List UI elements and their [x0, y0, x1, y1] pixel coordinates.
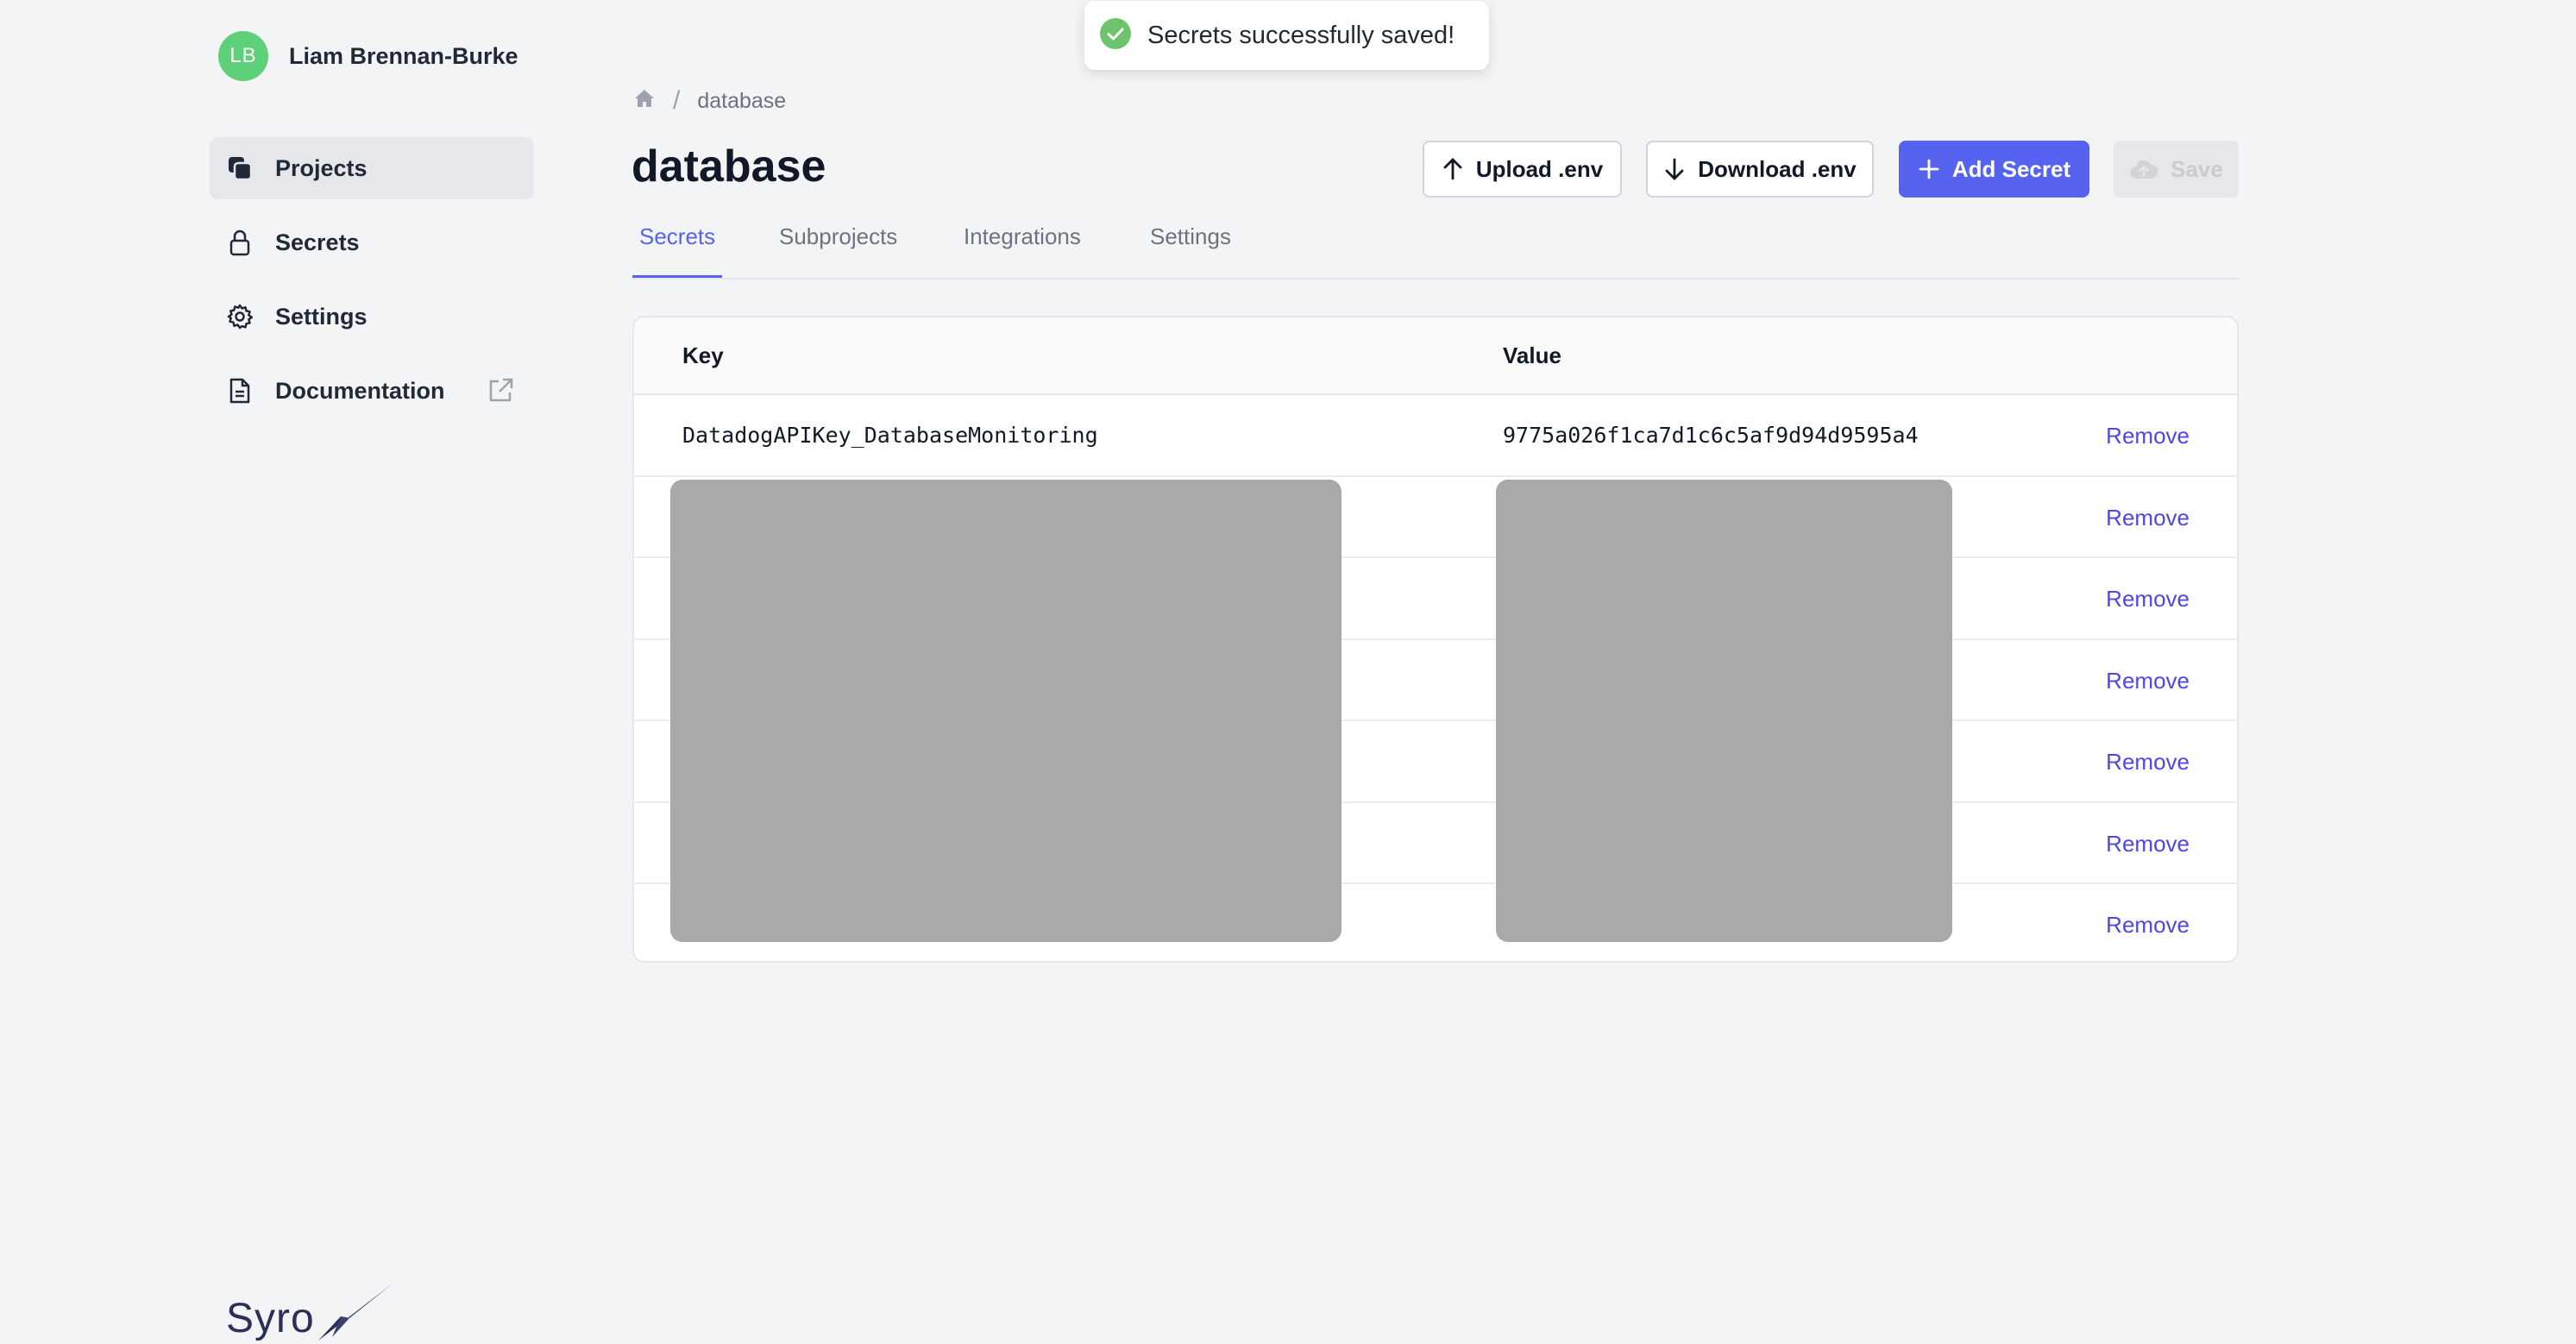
check-circle-icon: [1099, 17, 1132, 54]
add-secret-label: Add Secret: [1951, 155, 2071, 182]
tab-settings[interactable]: Settings: [1143, 209, 1238, 278]
save-label: Save: [2171, 155, 2223, 182]
sidebar-item-label: Projects: [275, 154, 368, 181]
column-header-key: Key: [682, 342, 724, 368]
sidebar-item-label: Secrets: [275, 229, 360, 255]
cloud-upload-icon: [2129, 158, 2158, 180]
lock-icon: [225, 228, 254, 257]
document-icon: [225, 376, 254, 405]
sidebar-item-projects[interactable]: Projects: [210, 137, 534, 199]
external-link-icon: [486, 376, 515, 410]
arrow-up-icon: [1442, 157, 1464, 181]
tab-subprojects[interactable]: Subprojects: [772, 209, 904, 278]
add-secret-button[interactable]: Add Secret: [1899, 141, 2089, 198]
brand-name: Syro: [226, 1296, 315, 1341]
upload-env-label: Upload .env: [1475, 155, 1604, 182]
redacted-values-block: [1496, 480, 1952, 942]
page-title: database: [631, 141, 826, 192]
download-env-label: Download .env: [1698, 155, 1857, 182]
breadcrumb-separator: /: [673, 86, 681, 115]
download-env-button[interactable]: Download .env: [1646, 141, 1874, 198]
save-button[interactable]: Save: [2114, 141, 2239, 198]
sidebar-item-label: Settings: [275, 303, 368, 330]
remove-button[interactable]: Remove: [2106, 505, 2190, 531]
tab-bar: Secrets Subprojects Integrations Setting…: [632, 209, 2239, 279]
tab-secrets[interactable]: Secrets: [632, 209, 723, 278]
gear-icon: [225, 302, 254, 331]
sidebar-item-documentation[interactable]: Documentation: [210, 360, 534, 422]
remove-button[interactable]: Remove: [2106, 586, 2190, 612]
table-header: Key Value: [634, 317, 2237, 395]
redacted-keys-block: [670, 480, 1341, 942]
sidebar-item-settings[interactable]: Settings: [210, 286, 534, 348]
remove-button[interactable]: Remove: [2106, 423, 2190, 449]
brand-mark-icon: [317, 1284, 393, 1341]
plus-icon: [1918, 158, 1940, 180]
projects-icon: [225, 154, 254, 183]
remove-button[interactable]: Remove: [2106, 668, 2190, 694]
arrow-down-icon: [1663, 157, 1686, 181]
secret-key[interactable]: DatadogAPIKey_DatabaseMonitoring: [682, 423, 1098, 448]
user-name: Liam Brennan-Burke: [289, 42, 518, 69]
breadcrumb: / database: [633, 86, 786, 116]
breadcrumb-current[interactable]: database: [697, 89, 786, 114]
avatar: LB: [218, 31, 268, 81]
home-icon[interactable]: [633, 88, 656, 115]
upload-env-button[interactable]: Upload .env: [1423, 141, 1622, 198]
toast-message: Secrets successfully saved!: [1147, 21, 1455, 49]
brand-logo: Syro: [226, 1280, 394, 1342]
column-header-value: Value: [1503, 342, 1561, 368]
remove-button[interactable]: Remove: [2106, 912, 2190, 939]
table-row: DatadogAPIKey_DatabaseMonitoring 9775a02…: [634, 395, 2237, 477]
sidebar-item-label: Documentation: [275, 377, 445, 404]
secrets-table: Key Value DatadogAPIKey_DatabaseMonitori…: [632, 316, 2239, 963]
secret-value[interactable]: 9775a026f1ca7d1c6c5af9d94d9595a4: [1503, 423, 1919, 448]
sidebar-nav: Projects Secrets Settings Documentation: [210, 137, 534, 434]
success-toast: Secrets successfully saved!: [1084, 1, 1489, 70]
user-profile[interactable]: LB Liam Brennan-Burke: [218, 31, 518, 81]
remove-button[interactable]: Remove: [2106, 749, 2190, 776]
remove-button[interactable]: Remove: [2106, 831, 2190, 857]
tab-integrations[interactable]: Integrations: [957, 209, 1088, 278]
sidebar-item-secrets[interactable]: Secrets: [210, 211, 534, 273]
